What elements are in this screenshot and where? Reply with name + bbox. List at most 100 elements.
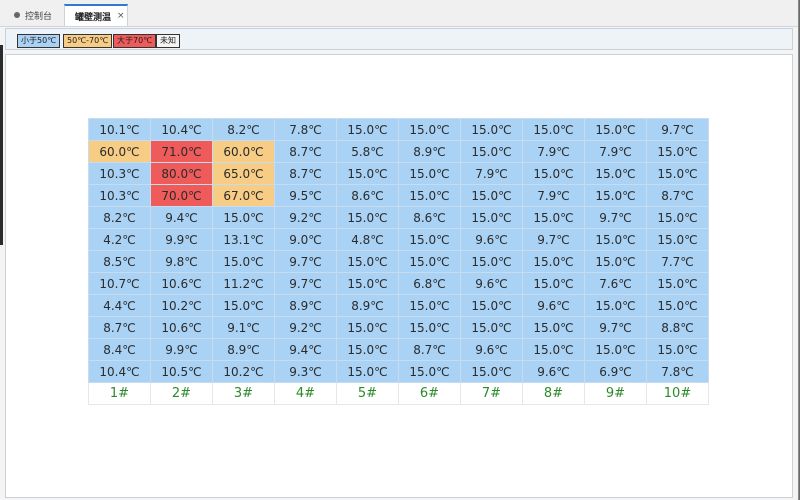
temperature-cell[interactable]: 9.6℃ xyxy=(460,272,523,295)
temperature-cell[interactable]: 60.0℃ xyxy=(88,140,151,163)
temperature-cell[interactable]: 6.9℃ xyxy=(584,360,647,383)
temperature-cell[interactable]: 15.0℃ xyxy=(336,338,399,361)
temperature-cell[interactable]: 8.9℃ xyxy=(336,294,399,317)
temperature-cell[interactable]: 9.4℃ xyxy=(274,338,337,361)
temperature-cell[interactable]: 8.9℃ xyxy=(398,140,461,163)
temperature-cell[interactable]: 9.9℃ xyxy=(150,338,213,361)
temperature-cell[interactable]: 10.3℃ xyxy=(88,184,151,207)
temperature-cell[interactable]: 10.6℃ xyxy=(150,272,213,295)
temperature-cell[interactable]: 15.0℃ xyxy=(584,228,647,251)
temperature-cell[interactable]: 9.7℃ xyxy=(584,316,647,339)
temperature-cell[interactable]: 8.7℃ xyxy=(646,184,709,207)
temperature-cell[interactable]: 9.7℃ xyxy=(646,118,709,141)
temperature-cell[interactable]: 7.8℃ xyxy=(646,360,709,383)
temperature-cell[interactable]: 10.4℃ xyxy=(88,360,151,383)
temperature-cell[interactable]: 15.0℃ xyxy=(646,272,709,295)
close-icon[interactable]: × xyxy=(117,11,125,21)
temperature-cell[interactable]: 10.4℃ xyxy=(150,118,213,141)
temperature-cell[interactable]: 15.0℃ xyxy=(336,272,399,295)
temperature-cell[interactable]: 15.0℃ xyxy=(522,272,585,295)
temperature-cell[interactable]: 10.1℃ xyxy=(88,118,151,141)
temperature-cell[interactable]: 15.0℃ xyxy=(460,316,523,339)
legend-high[interactable]: 大于70℃ xyxy=(113,34,157,48)
temperature-cell[interactable]: 15.0℃ xyxy=(584,184,647,207)
temperature-cell[interactable]: 10.5℃ xyxy=(150,360,213,383)
temperature-cell[interactable]: 8.7℃ xyxy=(274,162,337,185)
legend-mid[interactable]: 50℃-70℃ xyxy=(63,34,113,48)
temperature-cell[interactable]: 15.0℃ xyxy=(460,250,523,273)
temperature-cell[interactable]: 8.4℃ xyxy=(88,338,151,361)
temperature-cell[interactable]: 9.5℃ xyxy=(274,184,337,207)
temperature-cell[interactable]: 9.6℃ xyxy=(522,360,585,383)
temperature-cell[interactable]: 15.0℃ xyxy=(646,338,709,361)
temperature-cell[interactable]: 15.0℃ xyxy=(584,162,647,185)
temperature-cell[interactable]: 15.0℃ xyxy=(212,294,275,317)
temperature-cell[interactable]: 10.7℃ xyxy=(88,272,151,295)
temperature-cell[interactable]: 9.1℃ xyxy=(212,316,275,339)
temperature-cell[interactable]: 15.0℃ xyxy=(398,250,461,273)
temperature-cell[interactable]: 15.0℃ xyxy=(646,140,709,163)
temperature-cell[interactable]: 15.0℃ xyxy=(522,118,585,141)
temperature-cell[interactable]: 8.9℃ xyxy=(274,294,337,317)
temperature-cell[interactable]: 13.1℃ xyxy=(212,228,275,251)
temperature-cell[interactable]: 9.7℃ xyxy=(274,250,337,273)
temperature-cell[interactable]: 8.5℃ xyxy=(88,250,151,273)
temperature-cell[interactable]: 7.6℃ xyxy=(584,272,647,295)
temperature-cell[interactable]: 15.0℃ xyxy=(646,294,709,317)
temperature-cell[interactable]: 70.0℃ xyxy=(150,184,213,207)
temperature-cell[interactable]: 9.7℃ xyxy=(522,228,585,251)
tab-wall-temperature[interactable]: 罐壁测温 × xyxy=(64,4,128,26)
temperature-cell[interactable]: 15.0℃ xyxy=(336,316,399,339)
temperature-cell[interactable]: 15.0℃ xyxy=(646,206,709,229)
temperature-cell[interactable]: 15.0℃ xyxy=(336,250,399,273)
temperature-cell[interactable]: 15.0℃ xyxy=(522,316,585,339)
temperature-cell[interactable]: 8.2℃ xyxy=(88,206,151,229)
temperature-cell[interactable]: 9.6℃ xyxy=(522,294,585,317)
temperature-cell[interactable]: 9.2℃ xyxy=(274,316,337,339)
temperature-cell[interactable]: 7.9℃ xyxy=(460,162,523,185)
temperature-cell[interactable]: 15.0℃ xyxy=(336,118,399,141)
temperature-cell[interactable]: 9.6℃ xyxy=(460,228,523,251)
temperature-cell[interactable]: 8.9℃ xyxy=(212,338,275,361)
temperature-cell[interactable]: 15.0℃ xyxy=(584,294,647,317)
temperature-cell[interactable]: 15.0℃ xyxy=(522,206,585,229)
temperature-cell[interactable]: 9.4℃ xyxy=(150,206,213,229)
temperature-cell[interactable]: 15.0℃ xyxy=(336,162,399,185)
temperature-cell[interactable]: 15.0℃ xyxy=(398,162,461,185)
tab-console[interactable]: 控制台 xyxy=(4,4,62,26)
temperature-cell[interactable]: 7.9℃ xyxy=(584,140,647,163)
temperature-cell[interactable]: 4.8℃ xyxy=(336,228,399,251)
temperature-cell[interactable]: 15.0℃ xyxy=(460,118,523,141)
temperature-cell[interactable]: 15.0℃ xyxy=(522,250,585,273)
temperature-cell[interactable]: 15.0℃ xyxy=(460,184,523,207)
legend-unknown[interactable]: 未知 xyxy=(156,34,180,48)
temperature-cell[interactable]: 9.0℃ xyxy=(274,228,337,251)
temperature-cell[interactable]: 8.7℃ xyxy=(88,316,151,339)
temperature-cell[interactable]: 8.7℃ xyxy=(398,338,461,361)
temperature-cell[interactable]: 9.6℃ xyxy=(460,338,523,361)
temperature-cell[interactable]: 15.0℃ xyxy=(584,338,647,361)
temperature-cell[interactable]: 15.0℃ xyxy=(460,206,523,229)
temperature-cell[interactable]: 71.0℃ xyxy=(150,140,213,163)
temperature-cell[interactable]: 15.0℃ xyxy=(398,360,461,383)
temperature-cell[interactable]: 15.0℃ xyxy=(336,206,399,229)
temperature-cell[interactable]: 7.9℃ xyxy=(522,184,585,207)
temperature-cell[interactable]: 8.8℃ xyxy=(646,316,709,339)
temperature-cell[interactable]: 15.0℃ xyxy=(584,250,647,273)
temperature-cell[interactable]: 4.2℃ xyxy=(88,228,151,251)
temperature-cell[interactable]: 15.0℃ xyxy=(398,294,461,317)
temperature-cell[interactable]: 15.0℃ xyxy=(460,140,523,163)
temperature-cell[interactable]: 15.0℃ xyxy=(212,250,275,273)
temperature-cell[interactable]: 9.2℃ xyxy=(274,206,337,229)
temperature-cell[interactable]: 15.0℃ xyxy=(584,118,647,141)
temperature-cell[interactable]: 60.0℃ xyxy=(212,140,275,163)
temperature-cell[interactable]: 8.7℃ xyxy=(274,140,337,163)
temperature-cell[interactable]: 15.0℃ xyxy=(460,360,523,383)
temperature-cell[interactable]: 11.2℃ xyxy=(212,272,275,295)
temperature-cell[interactable]: 15.0℃ xyxy=(398,316,461,339)
temperature-cell[interactable]: 9.3℃ xyxy=(274,360,337,383)
temperature-cell[interactable]: 65.0℃ xyxy=(212,162,275,185)
temperature-cell[interactable]: 10.6℃ xyxy=(150,316,213,339)
temperature-cell[interactable]: 8.6℃ xyxy=(398,206,461,229)
temperature-cell[interactable]: 7.9℃ xyxy=(522,140,585,163)
